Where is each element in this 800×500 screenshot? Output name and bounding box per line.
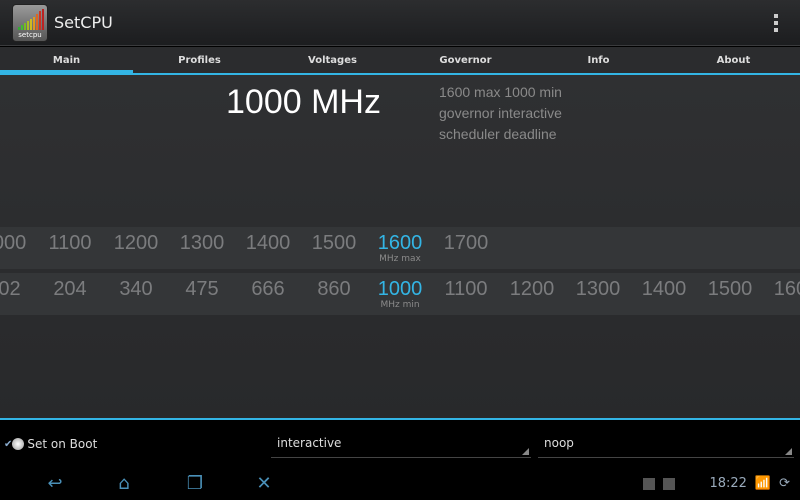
app-title: SetCPU xyxy=(54,13,113,32)
tab-about[interactable]: About xyxy=(667,47,800,73)
wheel-value[interactable]: 1600 xyxy=(763,278,800,301)
app-icon-label: setcpu xyxy=(18,31,42,39)
min-frequency-wheel[interactable]: MHz min 10220434047566686010001100120013… xyxy=(0,273,800,315)
scheduler-value: noop xyxy=(544,436,574,450)
check-icon: ✔ xyxy=(4,438,13,450)
wheel-value[interactable]: 1300 xyxy=(169,232,235,255)
app-icon[interactable]: setcpu xyxy=(12,4,48,42)
governor-value: interactive xyxy=(277,436,342,450)
wheel-value[interactable]: 204 xyxy=(37,278,103,301)
wheel-value[interactable]: 1400 xyxy=(235,232,301,255)
tab-governor[interactable]: Governor xyxy=(399,47,532,73)
wheel-value[interactable]: 1400 xyxy=(631,278,697,301)
wheel-value[interactable]: 1200 xyxy=(103,232,169,255)
action-bar: setcpu SetCPU xyxy=(0,0,800,46)
system-nav-bar: ↩ ⌂ ❐ ✕ 18:22 📶 ⟳ xyxy=(0,468,800,500)
cpu-info: 1600 max 1000 min governor interactive s… xyxy=(439,82,562,145)
wheel-value[interactable]: 1100 xyxy=(433,278,499,301)
close-icon[interactable]: ✕ xyxy=(249,473,279,494)
wheel-value[interactable]: 1600 xyxy=(367,232,433,255)
recents-icon[interactable]: ❐ xyxy=(180,473,210,494)
wheel-value[interactable]: 860 xyxy=(301,278,367,301)
wheel-value[interactable]: 102 xyxy=(0,278,37,301)
wheel-value[interactable]: 340 xyxy=(103,278,169,301)
wheel-value[interactable]: 475 xyxy=(169,278,235,301)
min-unit-label: MHz min xyxy=(380,300,420,310)
tab-voltages[interactable]: Voltages xyxy=(266,47,399,73)
tab-bar: Main Profiles Voltages Governor Info Abo… xyxy=(0,47,800,75)
wheel-value[interactable]: 1100 xyxy=(37,232,103,255)
wheel-value[interactable]: 1500 xyxy=(301,232,367,255)
set-on-boot-label: Set on Boot xyxy=(27,437,98,451)
wheel-value[interactable]: 1500 xyxy=(697,278,763,301)
sync-icon: ⟳ xyxy=(779,476,790,491)
gallery-notification-icon xyxy=(643,477,656,490)
clock: 18:22 xyxy=(709,476,747,491)
dropdown-icon xyxy=(785,448,792,455)
dropdown-icon xyxy=(522,448,529,455)
wheel-value[interactable]: 1300 xyxy=(565,278,631,301)
wifi-signal-icon: 📶 xyxy=(754,476,772,491)
wheel-value[interactable]: 1200 xyxy=(499,278,565,301)
wheel-value[interactable]: 1700 xyxy=(433,232,499,255)
scheduler-spinner[interactable]: noop xyxy=(538,436,794,458)
tab-profiles[interactable]: Profiles xyxy=(133,47,266,73)
back-icon[interactable]: ↩ xyxy=(40,473,70,494)
wheel-value[interactable]: 1000 xyxy=(367,278,433,301)
max-frequency-wheel[interactable]: MHz max 10001100120013001400150016001700 xyxy=(0,227,800,269)
wheel-value[interactable]: 666 xyxy=(235,278,301,301)
info-governor: governor interactive xyxy=(439,105,562,121)
home-icon[interactable]: ⌂ xyxy=(109,473,139,494)
set-on-boot-checkbox[interactable]: ✔ Set on Boot xyxy=(4,437,97,451)
wheel-value[interactable]: 1000 xyxy=(0,232,37,255)
info-limits: 1600 max 1000 min xyxy=(439,84,562,100)
info-scheduler: scheduler deadline xyxy=(439,126,557,142)
tab-info[interactable]: Info xyxy=(532,47,665,73)
current-frequency: 1000 MHz xyxy=(226,83,381,121)
disc-icon xyxy=(12,438,25,450)
main-panel: 1000 MHz 1600 max 1000 min governor inte… xyxy=(0,75,800,420)
max-unit-label: MHz max xyxy=(379,254,421,264)
governor-spinner[interactable]: interactive xyxy=(271,436,531,458)
play-store-notification-icon xyxy=(663,477,676,490)
overflow-menu-icon[interactable] xyxy=(774,14,778,32)
status-area[interactable]: 18:22 📶 ⟳ xyxy=(643,476,790,491)
bottom-bar: ✔ Set on Boot interactive noop xyxy=(0,418,800,468)
tab-main[interactable]: Main xyxy=(0,47,133,75)
